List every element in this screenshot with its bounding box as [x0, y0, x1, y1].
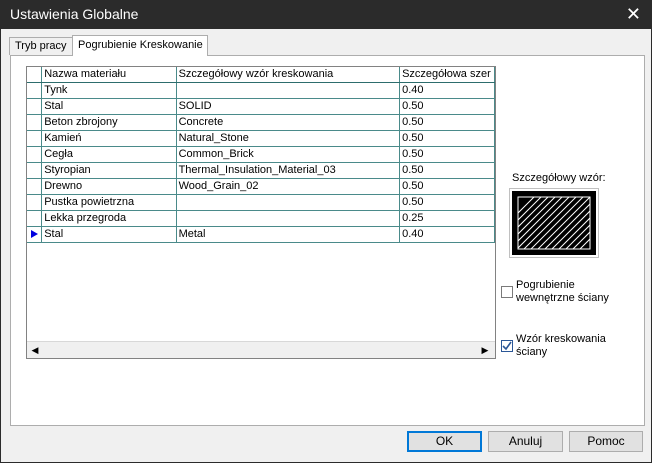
hatch-pattern-wall-label-line1: Wzór kreskowania: [516, 333, 606, 345]
checkmark-icon: [502, 341, 512, 351]
help-button[interactable]: Pomoc: [569, 431, 643, 452]
row-selector[interactable]: [27, 82, 43, 99]
inner-wall-bold-checkbox[interactable]: [501, 286, 513, 298]
material-name-cell[interactable]: Styropian: [41, 162, 177, 179]
material-name-cell[interactable]: Stal: [41, 226, 177, 243]
material-name-cell[interactable]: Stal: [41, 98, 177, 115]
table-row[interactable]: Styropian Thermal_Insulation_Material_03 0…: [27, 162, 495, 179]
table-row[interactable]: Beton zbrojony Concrete 0.50: [27, 114, 495, 131]
row-selector[interactable]: [27, 98, 43, 115]
line-width-cell[interactable]: 0.50: [399, 162, 495, 179]
table-row[interactable]: Stal SOLID 0.50: [27, 98, 495, 115]
row-selector[interactable]: [27, 114, 43, 131]
tab-pogrubienie-kreskowanie[interactable]: Pogrubienie Kreskowanie: [72, 35, 208, 56]
close-icon[interactable]: ✕: [626, 4, 641, 24]
horizontal-scrollbar[interactable]: ◀ ▶: [27, 341, 495, 358]
hatch-pattern-wall-label-line2: ściany: [516, 346, 548, 358]
table-row[interactable]: Kamień Natural_Stone 0.50: [27, 130, 495, 147]
hatch-pattern-wall-checkbox[interactable]: [501, 340, 513, 352]
hatch-pattern-cell[interactable]: [176, 194, 401, 211]
tab-panel: Nazwa materiału Szczegółowy wzór kreskow…: [10, 55, 645, 426]
hatch-pattern-cell[interactable]: Metal: [176, 226, 401, 243]
hatch-pattern-cell[interactable]: Wood_Grain_02: [176, 178, 401, 195]
row-selector[interactable]: [27, 210, 43, 227]
scroll-right-icon[interactable]: ▶: [477, 342, 493, 358]
material-name-cell[interactable]: Lekka przegroda: [41, 210, 177, 227]
line-width-cell[interactable]: 0.50: [399, 146, 495, 163]
material-name-cell[interactable]: Cegła: [41, 146, 177, 163]
line-width-cell[interactable]: 0.50: [399, 114, 495, 131]
hatch-preview-icon: [512, 191, 596, 255]
line-width-cell[interactable]: 0.25: [399, 210, 495, 227]
hatch-pattern-cell[interactable]: Common_Brick: [176, 146, 401, 163]
table-row[interactable]: Stal Metal 0.40: [27, 226, 495, 243]
title-bar: Ustawienia Globalne ✕: [1, 1, 651, 29]
line-width-cell[interactable]: 0.50: [399, 194, 495, 211]
cancel-button[interactable]: Anuluj: [488, 431, 563, 452]
pattern-preview: [509, 188, 599, 258]
table-row[interactable]: Lekka przegroda 0.25: [27, 210, 495, 227]
line-width-cell[interactable]: 0.50: [399, 98, 495, 115]
table-row[interactable]: Tynk 0.40: [27, 82, 495, 99]
row-selector[interactable]: [27, 162, 43, 179]
material-name-cell[interactable]: Kamień: [41, 130, 177, 147]
grid-header-row: Nazwa materiału Szczegółowy wzór kreskow…: [27, 67, 495, 83]
hatch-pattern-cell[interactable]: Concrete: [176, 114, 401, 131]
line-width-cell[interactable]: 0.40: [399, 82, 495, 99]
current-row-arrow-icon: [30, 230, 38, 239]
inner-wall-bold-label-line2: wewnętrzne ściany: [516, 292, 609, 304]
tab-tryb-pracy[interactable]: Tryb pracy: [9, 37, 79, 55]
dialog-window: Ustawienia Globalne ✕ Tryb pracy Pogrubi…: [0, 0, 652, 463]
table-row[interactable]: Drewno Wood_Grain_02 0.50: [27, 178, 495, 195]
column-header-line-width[interactable]: Szczegółowa szer: [399, 67, 495, 83]
line-width-cell[interactable]: 0.50: [399, 130, 495, 147]
material-name-cell[interactable]: Drewno: [41, 178, 177, 195]
row-selector[interactable]: [27, 130, 43, 147]
row-selector[interactable]: [27, 226, 43, 243]
material-name-cell[interactable]: Pustka powietrzna: [41, 194, 177, 211]
hatch-pattern-cell[interactable]: [176, 210, 401, 227]
window-title: Ustawienia Globalne: [10, 6, 139, 22]
line-width-cell[interactable]: 0.40: [399, 226, 495, 243]
material-name-cell[interactable]: Tynk: [41, 82, 177, 99]
hatch-pattern-cell[interactable]: Thermal_Insulation_Material_03: [176, 162, 401, 179]
hatch-pattern-cell[interactable]: [176, 82, 401, 99]
column-header-material-name[interactable]: Nazwa materiału: [41, 67, 177, 83]
row-selector-header: [27, 67, 43, 83]
pattern-preview-label: Szczegółowy wzór:: [512, 172, 606, 184]
materials-grid[interactable]: Nazwa materiału Szczegółowy wzór kreskow…: [26, 66, 496, 359]
row-selector[interactable]: [27, 178, 43, 195]
material-name-cell[interactable]: Beton zbrojony: [41, 114, 177, 131]
scroll-left-icon[interactable]: ◀: [27, 342, 43, 358]
row-selector[interactable]: [27, 146, 43, 163]
line-width-cell[interactable]: 0.50: [399, 178, 495, 195]
ok-button[interactable]: OK: [407, 431, 482, 452]
table-row[interactable]: Pustka powietrzna 0.50: [27, 194, 495, 211]
hatch-pattern-cell[interactable]: SOLID: [176, 98, 401, 115]
hatch-pattern-cell[interactable]: Natural_Stone: [176, 130, 401, 147]
inner-wall-bold-label-line1: Pogrubienie: [516, 279, 575, 291]
table-row[interactable]: Cegła Common_Brick 0.50: [27, 146, 495, 163]
column-header-hatch-pattern[interactable]: Szczegółowy wzór kreskowania: [176, 67, 401, 83]
row-selector[interactable]: [27, 194, 43, 211]
